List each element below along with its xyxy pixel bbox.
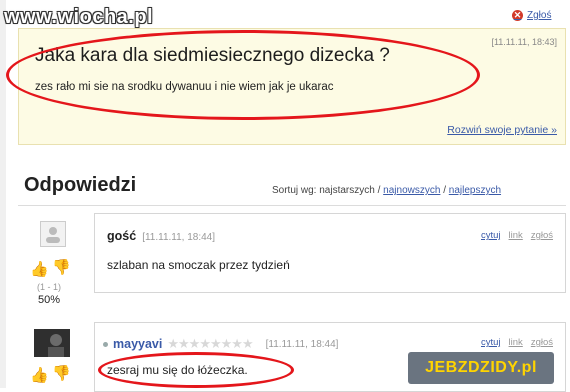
answer-box: gość [11.11.11, 18:44] cytuj link zgłoś … — [94, 213, 566, 293]
answer-date: [11.11.11, 18:44] — [142, 232, 216, 243]
report-answer-link[interactable]: zgłoś — [531, 230, 553, 241]
answer-author: gość — [107, 229, 137, 243]
report-label: Zgłoś — [527, 10, 552, 21]
guest-avatar-icon — [46, 227, 60, 243]
close-circle-icon: ✕ — [512, 10, 523, 21]
site-watermark: www.wiocha.pl — [4, 6, 154, 28]
vote-count: (1 - 1) — [37, 282, 62, 292]
permalink-link[interactable]: link — [509, 230, 523, 241]
report-answer-link[interactable]: zgłoś — [531, 337, 553, 348]
site-logo: JEBZDZIDY.pl — [408, 352, 554, 384]
online-status-icon — [103, 341, 108, 347]
answer-author[interactable]: mayyavi — [113, 337, 162, 351]
avatar — [34, 329, 70, 357]
avatar — [40, 221, 66, 247]
permalink-link[interactable]: link — [509, 337, 523, 348]
report-question-link[interactable]: ✕ Zgłoś — [512, 10, 551, 21]
answers-heading: Odpowiedzi — [24, 174, 137, 196]
thumb-down-icon[interactable]: 👎 — [52, 366, 71, 382]
highlight-oval-answer — [98, 352, 294, 388]
expand-question-link[interactable]: Rozwiń swoje pytanie » — [447, 124, 557, 136]
vote-percent: 50% — [38, 294, 61, 306]
answer-text: szlaban na smoczak przez tydzień — [107, 258, 290, 272]
highlight-oval-question — [6, 30, 480, 120]
quote-link[interactable]: cytuj — [481, 337, 501, 348]
quote-link[interactable]: cytuj — [481, 230, 501, 241]
question-date: [11.11.11, 18:43] — [491, 37, 557, 47]
left-edge-strip — [0, 0, 6, 388]
user-avatar-icon — [34, 329, 70, 357]
sort-best-link[interactable]: najlepszych — [449, 185, 501, 196]
logo-text: JEBZDZIDY.pl — [425, 359, 537, 376]
sort-newest-link[interactable]: najnowszych — [383, 185, 440, 196]
section-divider — [18, 205, 566, 206]
rating-stars-icon: ★★★★★★★★ — [167, 336, 253, 351]
thumb-up-icon[interactable]: 👍 — [30, 262, 49, 278]
sort-options: Sortuj wg: najstarszych / najnowszych / … — [272, 185, 501, 196]
thumb-down-icon[interactable]: 👎 — [52, 260, 71, 276]
answer-date: [11.11.11, 18:44] — [265, 338, 339, 350]
thumb-up-icon[interactable]: 👍 — [30, 368, 49, 384]
sort-separator: / — [443, 185, 446, 196]
sort-prefix: Sortuj wg: najstarszych / — [272, 185, 381, 196]
